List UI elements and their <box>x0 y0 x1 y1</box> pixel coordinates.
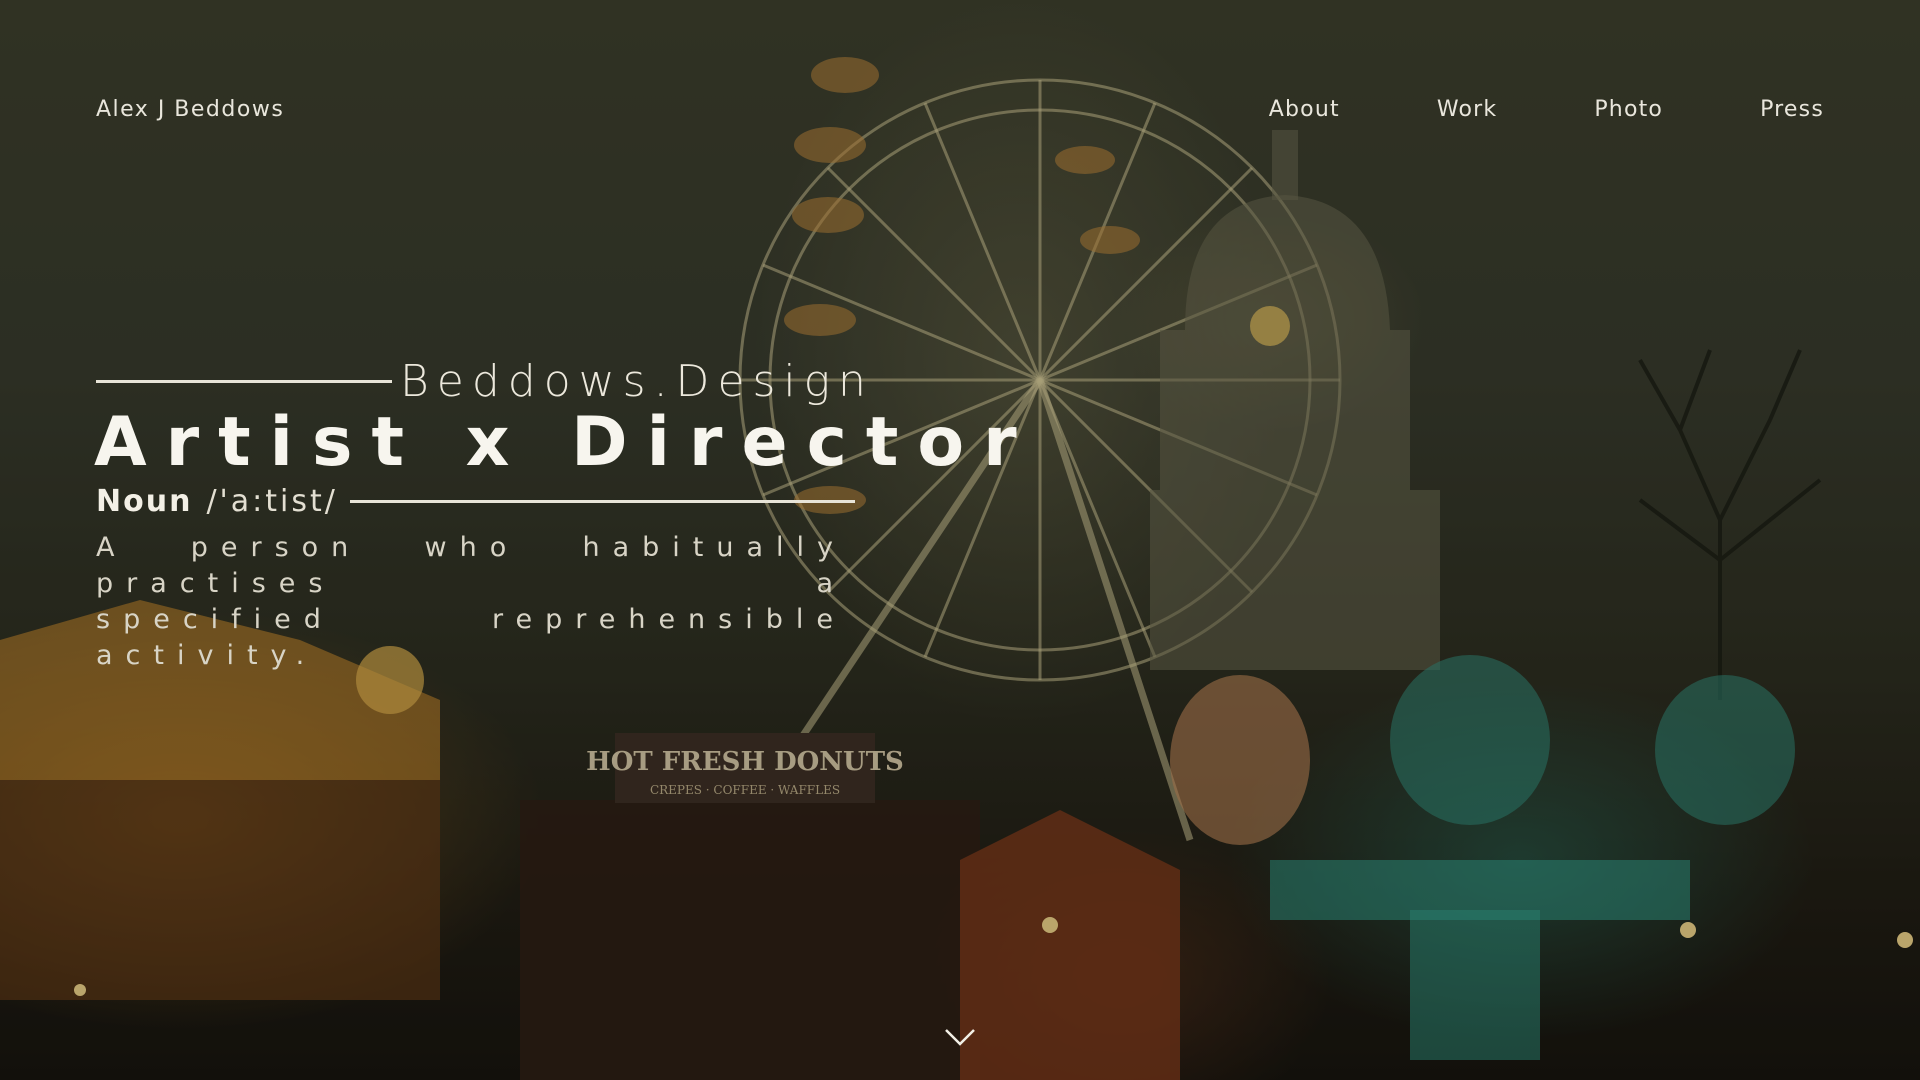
chevron-down-icon <box>945 1029 975 1046</box>
definition-line-2: specified reprehensible activity. <box>96 604 846 671</box>
hero-section: HOT FRESH DONUTS CREPES · COFFEE · WAFFL… <box>0 0 1920 1080</box>
definition-divider <box>349 500 855 503</box>
pronunciation: /'a:tist/ <box>206 484 338 519</box>
nav-photo[interactable]: Photo <box>1594 97 1663 122</box>
part-of-speech: Noun <box>96 484 193 519</box>
kicker-divider <box>96 380 392 383</box>
dictionary-row: Noun /'a:tist/ <box>96 484 855 519</box>
kicker-row: Beddows.Design <box>96 356 874 407</box>
nav-press[interactable]: Press <box>1760 97 1824 122</box>
nav-about[interactable]: About <box>1269 97 1340 122</box>
definition-line-1: A person who habitually practises a <box>96 532 846 599</box>
brand-link[interactable]: Alex J Beddows <box>96 97 284 122</box>
nav-work[interactable]: Work <box>1437 97 1498 122</box>
main-nav: About Work Photo Press <box>1269 97 1824 122</box>
page-title: Artist x Director <box>94 403 1036 482</box>
site-kicker: Beddows.Design <box>400 356 874 407</box>
scroll-down-button[interactable] <box>944 1026 976 1048</box>
definition-text: A person who habitually practises a spec… <box>96 530 846 674</box>
